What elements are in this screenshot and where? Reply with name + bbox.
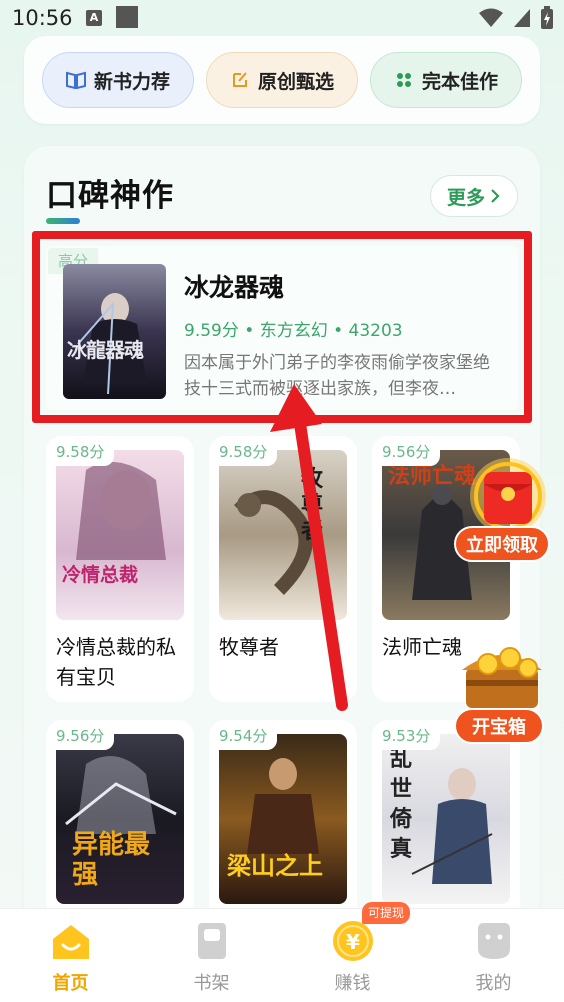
- notification-square-icon: [116, 6, 138, 28]
- battery-icon: [541, 6, 553, 29]
- book-cover[interactable]: 乱世倚真: [382, 734, 510, 904]
- cover-title-text: 乱世倚真: [390, 746, 413, 862]
- book-score: 9.58分: [209, 436, 278, 466]
- nav-label: 我的: [475, 973, 512, 994]
- cover-title-text: 梁山之上: [227, 851, 323, 880]
- notification-a-icon: A: [86, 10, 102, 26]
- treasure-chest-widget[interactable]: 开宝箱: [448, 640, 552, 748]
- book-cover[interactable]: 梁山之上: [219, 734, 347, 904]
- book-score: 9.56分: [372, 436, 441, 466]
- book-score: 9.54分: [209, 720, 278, 750]
- nav-bookshelf[interactable]: 书架: [141, 909, 282, 1002]
- wifi-icon: [479, 8, 503, 27]
- status-bar: 10:56 A: [0, 0, 564, 38]
- cover-title-text: 冷情总裁: [62, 564, 139, 586]
- category-label: 原创甄选: [257, 70, 334, 93]
- nav-label: 赚钱: [334, 973, 371, 994]
- chevron-right-icon: [491, 189, 500, 203]
- section-title: 口碑神作: [46, 178, 174, 214]
- signal-icon: [514, 9, 530, 27]
- red-packet-icon: [470, 458, 546, 534]
- pen-icon: [230, 70, 250, 90]
- featured-genre: 东方玄幻: [259, 321, 328, 341]
- category-label: 新书力荐: [93, 70, 170, 93]
- category-new-books-button[interactable]: 新书力荐: [42, 52, 194, 108]
- status-indicators: [478, 6, 554, 30]
- bookshelf-icon: [197, 923, 226, 959]
- book-card[interactable]: 9.53分 乱世倚真: [372, 720, 520, 920]
- cover-title-text: 异能最强: [72, 830, 151, 890]
- featured-book-cover[interactable]: 冰龍器魂: [63, 264, 166, 399]
- coin-icon: ¥: [332, 921, 373, 961]
- more-label: 更多: [446, 186, 485, 209]
- cover-title-text: 冰龍器魂: [67, 338, 144, 362]
- book-score: 9.58分: [46, 436, 115, 466]
- more-button[interactable]: 更多: [430, 175, 518, 217]
- book-card[interactable]: 9.56分 异能最强: [46, 720, 194, 920]
- book-cover[interactable]: 异能最强: [56, 734, 184, 904]
- book-score: 9.56分: [46, 720, 115, 750]
- bottom-nav: 首页 书架 ¥ 赚钱 我的: [0, 908, 564, 1002]
- featured-book-description: 因本属于外门弟子的李夜雨偷学夜家堡绝技十三式而被驱逐出家族，但李夜…: [184, 353, 490, 399]
- book-card[interactable]: 9.58分 牧尊者 牧尊者: [209, 436, 357, 702]
- cover-title-text: 牧尊者: [301, 466, 324, 544]
- treasure-chest-icon: [462, 647, 542, 708]
- treasure-chest-label: 开宝箱: [454, 708, 544, 744]
- book-cover[interactable]: 冷情总裁: [56, 450, 184, 620]
- grid-icon: [394, 70, 414, 90]
- category-completed-button[interactable]: 完本佳作: [370, 52, 522, 108]
- withdraw-badge: 可提现: [362, 902, 411, 924]
- status-time: 10:56: [12, 6, 73, 30]
- category-label: 完本佳作: [421, 70, 498, 93]
- svg-text:¥: ¥: [346, 930, 360, 954]
- category-original-button[interactable]: 原创甄选: [206, 52, 358, 108]
- nav-profile[interactable]: 我的: [423, 909, 564, 1002]
- profile-icon: [477, 923, 510, 959]
- nav-label: 首页: [52, 973, 89, 994]
- book-card[interactable]: 9.54分 梁山之上: [209, 720, 357, 920]
- featured-count: 43203: [348, 321, 403, 341]
- book-score: 9.53分: [372, 720, 441, 750]
- book-title[interactable]: 冷情总裁的私有宝贝: [56, 632, 188, 692]
- home-icon: [52, 925, 89, 959]
- book-card[interactable]: 9.58分 冷情总裁 冷情总裁的私有宝贝: [46, 436, 194, 702]
- category-bar: 新书力荐 原创甄选 完本佳作: [24, 36, 540, 124]
- book-open-icon: [65, 70, 86, 90]
- featured-book-title[interactable]: 冰龙器魂: [184, 268, 284, 304]
- featured-book-meta: 9.59分 • 东方玄幻 • 43203: [184, 321, 403, 341]
- book-title[interactable]: 牧尊者: [219, 632, 351, 662]
- featured-score: 9.59分: [184, 321, 239, 341]
- nav-home[interactable]: 首页: [0, 909, 141, 1002]
- red-packet-label: 立即领取: [454, 526, 550, 562]
- title-underline: [46, 218, 80, 224]
- red-packet-widget[interactable]: 立即领取: [448, 454, 552, 564]
- book-cover[interactable]: 牧尊者: [219, 450, 347, 620]
- nav-label: 书架: [193, 973, 230, 994]
